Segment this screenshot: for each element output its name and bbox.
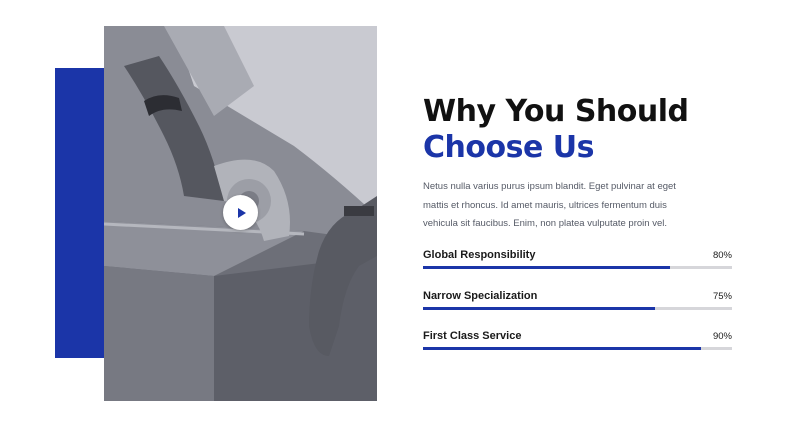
progress-track: [423, 347, 732, 350]
skill-item: First Class Service 90%: [423, 330, 732, 350]
progress-fill: [423, 347, 702, 350]
skill-label: Narrow Specialization: [423, 290, 538, 302]
heading-block: Why You Should Choose Us: [423, 94, 735, 166]
progress-fill: [423, 307, 655, 310]
progress-track: [423, 266, 732, 269]
play-video-button[interactable]: [223, 195, 258, 230]
title-line-2: Choose Us: [423, 130, 594, 165]
play-icon: [237, 207, 246, 218]
page-title: Why You Should Choose Us: [423, 94, 735, 166]
skill-value: 80%: [712, 250, 732, 261]
description-text: Netus nulla varius purus ipsum blandit. …: [423, 181, 676, 229]
progress-fill: [423, 266, 671, 269]
title-line-1: Why You Should: [423, 94, 689, 129]
skill-item: Narrow Specialization 75%: [423, 290, 732, 310]
skill-value: 75%: [712, 291, 732, 302]
skill-value: 90%: [712, 331, 732, 342]
skill-label: Global Responsibility: [423, 249, 536, 261]
skill-label: First Class Service: [423, 330, 522, 342]
progress-track: [423, 307, 732, 310]
skill-item: Global Responsibility 80%: [423, 249, 732, 269]
